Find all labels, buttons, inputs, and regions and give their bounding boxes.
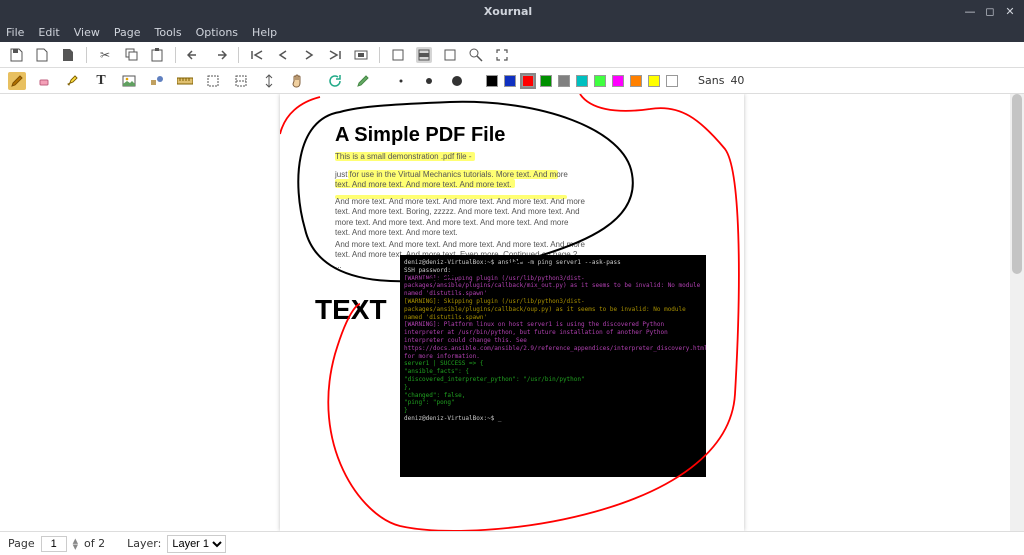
font-size-value[interactable]: 40 (730, 74, 744, 87)
menu-edit[interactable]: Edit (38, 26, 59, 39)
reload-icon[interactable] (326, 72, 344, 90)
color-yellow[interactable] (648, 75, 660, 87)
shapes-tool-icon[interactable] (148, 72, 166, 90)
titlebar: Xournal — ◻ ✕ (0, 0, 1024, 22)
menu-options[interactable]: Options (196, 26, 238, 39)
page-total-label: of 2 (84, 537, 105, 550)
color-black[interactable] (486, 75, 498, 87)
font-family-label[interactable]: Sans (698, 74, 724, 87)
thickness-medium-icon[interactable] (420, 72, 438, 90)
color-cyan[interactable] (576, 75, 588, 87)
zoom-in-icon[interactable] (442, 47, 458, 63)
terminal-line: server1 | SUCCESS => { (404, 360, 702, 368)
select-rect-tool-icon[interactable] (204, 72, 222, 90)
text-annotation[interactable]: TEXT (315, 294, 387, 326)
highlighter-tool-icon[interactable] (64, 72, 82, 90)
close-button[interactable]: ✕ (1004, 5, 1016, 18)
vspace-tool-icon[interactable] (260, 72, 278, 90)
terminal-line: deniz@deniz-VirtualBox:~$ _ (404, 415, 702, 423)
page-number-input[interactable] (41, 536, 67, 552)
cut-icon[interactable]: ✂ (97, 47, 113, 63)
fit-page-icon[interactable] (390, 47, 406, 63)
thickness-fine-icon[interactable] (392, 72, 410, 90)
redo-icon[interactable] (212, 47, 228, 63)
color-gray[interactable] (558, 75, 570, 87)
terminal-line: "ping": "pong" (404, 399, 702, 407)
pencil-tool-icon[interactable] (8, 72, 26, 90)
canvas[interactable]: A Simple PDF File This is a small demons… (0, 94, 1024, 531)
pdf-paragraph: This is a small demonstration .pdf file … (335, 152, 585, 162)
fit-width-icon[interactable] (416, 47, 432, 63)
terminal-line: "ansible_facts": { (404, 368, 702, 376)
color-lime[interactable] (594, 75, 606, 87)
terminal-line: "changed": false, (404, 392, 702, 400)
terminal-line: } (404, 407, 702, 415)
first-page-icon[interactable] (249, 47, 265, 63)
scrollbar-thumb[interactable] (1012, 94, 1022, 274)
statusbar: Page ▲ ▼ of 2 Layer: Layer 1 (0, 531, 1024, 555)
terminal-line: SSH password: (404, 267, 702, 275)
color-orange[interactable] (630, 75, 642, 87)
color-magenta[interactable] (612, 75, 624, 87)
image-tool-icon[interactable] (120, 72, 138, 90)
fullscreen-icon[interactable] (494, 47, 510, 63)
menu-view[interactable]: View (74, 26, 100, 39)
text-tool-icon[interactable]: T (92, 72, 110, 90)
color-white[interactable] (666, 75, 678, 87)
save-icon[interactable] (8, 47, 24, 63)
zoom-icon[interactable] (468, 47, 484, 63)
menu-help[interactable]: Help (252, 26, 277, 39)
thickness-thick-icon[interactable] (448, 72, 466, 90)
paste-icon[interactable] (149, 47, 165, 63)
default-pen-icon[interactable] (354, 72, 372, 90)
embedded-image[interactable]: deniz@deniz-VirtualBox:~$ ansible -m pin… (400, 255, 706, 477)
minimize-button[interactable]: — (964, 5, 976, 18)
undo-icon[interactable] (186, 47, 202, 63)
layer-label: Layer: (127, 537, 161, 550)
color-blue[interactable] (504, 75, 516, 87)
zoom-out-icon[interactable] (353, 47, 369, 63)
menubar: File Edit View Page Tools Options Help (0, 22, 1024, 42)
new-icon[interactable] (34, 47, 50, 63)
eraser-tool-icon[interactable] (36, 72, 54, 90)
pdf-paragraph: just for use in the Virtual Mechanics tu… (335, 170, 585, 191)
prev-page-icon[interactable] (275, 47, 291, 63)
page-spin-down-icon[interactable]: ▼ (73, 544, 78, 550)
select-region-tool-icon[interactable] (232, 72, 250, 90)
tool-toolbar: T Sans 40 (0, 68, 1024, 94)
layer-select[interactable]: Layer 1 (167, 535, 226, 553)
last-page-icon[interactable] (327, 47, 343, 63)
vertical-scrollbar[interactable] (1010, 94, 1024, 531)
menu-file[interactable]: File (6, 26, 24, 39)
terminal-line: deniz@deniz-VirtualBox:~$ ansible -m pin… (404, 259, 702, 267)
hand-tool-icon[interactable] (288, 72, 306, 90)
pdf-paragraph: And more text. And more text. And more t… (335, 197, 585, 239)
pdf-title: A Simple PDF File (335, 124, 505, 147)
app-title: Xournal (60, 5, 956, 18)
terminal-line: "discovered_interpreter_python": "/usr/b… (404, 376, 702, 384)
terminal-line: [WARNING]: Skipping plugin (/usr/lib/pyt… (404, 275, 702, 298)
terminal-line: [WARNING]: Skipping plugin (/usr/lib/pyt… (404, 298, 702, 321)
menu-page[interactable]: Page (114, 26, 141, 39)
ruler-tool-icon[interactable] (176, 72, 194, 90)
page-label: Page (8, 537, 35, 550)
copy-icon[interactable] (123, 47, 139, 63)
next-page-icon[interactable] (301, 47, 317, 63)
menu-tools[interactable]: Tools (154, 26, 181, 39)
open-icon[interactable] (60, 47, 76, 63)
terminal-line: [WARNING]: Platform linux on host server… (404, 321, 702, 360)
color-red[interactable] (522, 75, 534, 87)
terminal-line: }, (404, 384, 702, 392)
document-page[interactable]: A Simple PDF File This is a small demons… (280, 94, 744, 531)
main-toolbar: ✂ (0, 42, 1024, 68)
maximize-button[interactable]: ◻ (984, 5, 996, 18)
color-green[interactable] (540, 75, 552, 87)
